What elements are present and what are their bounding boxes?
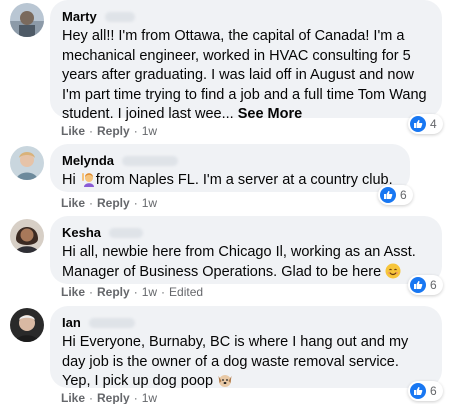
avatar[interactable] (10, 308, 44, 342)
woman-raising-hand-emoji-icon (80, 171, 96, 187)
like-icon (410, 277, 426, 293)
like-icon (380, 187, 396, 203)
comment-timestamp[interactable]: 1w (142, 196, 157, 210)
like-icon (410, 383, 426, 399)
reaction-summary[interactable]: 4 (408, 114, 443, 134)
comment-bubble: Ian Hi Everyone, Burnaby, BC is where I … (50, 306, 442, 389)
like-icon (410, 116, 426, 132)
comment-timestamp[interactable]: 1w (142, 391, 157, 404)
comment-author[interactable]: Kesha (62, 225, 101, 240)
redacted-surname (88, 318, 135, 328)
comment-timestamp[interactable]: 1w (142, 285, 157, 299)
comment-text: Hey all!! I'm from Ottawa, the capital o… (62, 27, 430, 125)
redacted-surname (122, 156, 179, 166)
comment-author-row: Marty (62, 8, 430, 25)
smiling-face-emoji-icon (385, 263, 401, 279)
comment-actions: Like · Reply · 1w (61, 391, 158, 404)
redacted-surname (104, 12, 135, 22)
avatar[interactable] (10, 146, 44, 180)
reply-button[interactable]: Reply (97, 124, 130, 138)
comment-text-body: Hi (62, 172, 80, 188)
comments-thread: Marty Hey all!! I'm from Ottawa, the cap… (0, 0, 458, 404)
reaction-count: 6 (400, 188, 407, 202)
like-button[interactable]: Like (61, 391, 85, 404)
comment-timestamp[interactable]: 1w (142, 124, 157, 138)
reaction-count: 4 (430, 117, 437, 131)
redacted-surname (109, 228, 144, 238)
like-button[interactable]: Like (61, 196, 85, 210)
avatar[interactable] (10, 3, 44, 37)
comment-actions: Like · Reply · 1w (61, 196, 158, 210)
reply-button[interactable]: Reply (97, 196, 130, 210)
avatar[interactable] (10, 219, 44, 253)
comment-author-row: Kesha (62, 224, 430, 241)
reaction-summary[interactable]: 6 (378, 185, 413, 205)
comment-bubble: Marty Hey all!! I'm from Ottawa, the cap… (50, 0, 442, 122)
reaction-count: 6 (430, 384, 437, 398)
reaction-count: 6 (430, 278, 437, 292)
comment-author[interactable]: Marty (62, 9, 97, 24)
comment-bubble: Melynda Hi from Naples FL. I'm a server … (50, 144, 410, 192)
edited-label[interactable]: Edited (169, 285, 203, 299)
comment-text: Hi from Naples FL. I'm a server at a cou… (62, 171, 398, 191)
comment-author-row: Ian (62, 314, 430, 331)
comment-text-body: Hi all, newbie here from Chicago Il, wor… (62, 244, 416, 280)
reply-button[interactable]: Reply (97, 391, 130, 404)
reaction-summary[interactable]: 6 (408, 381, 443, 401)
comment-actions: Like · Reply · 1w · Edited (61, 285, 204, 299)
comment-text-body: from Naples FL. I'm a server at a countr… (95, 172, 393, 188)
like-button[interactable]: Like (61, 285, 85, 299)
comment-author-row: Melynda (62, 152, 398, 169)
reaction-summary[interactable]: 6 (408, 275, 443, 295)
comment-author[interactable]: Melynda (62, 153, 114, 168)
comment-author[interactable]: Ian (62, 315, 81, 330)
reply-button[interactable]: Reply (97, 285, 130, 299)
see-more-link[interactable]: See More (238, 106, 302, 122)
comment-bubble: Kesha Hi all, newbie here from Chicago I… (50, 216, 442, 284)
comment-text: Hi Everyone, Burnaby, BC is where I hang… (62, 333, 430, 392)
comment-text-body: Hi Everyone, Burnaby, BC is where I hang… (62, 334, 409, 389)
comment-text: Hi all, newbie here from Chicago Il, wor… (62, 243, 430, 282)
comment-actions: Like · Reply · 1w (61, 124, 158, 138)
dog-face-emoji-icon (217, 372, 233, 388)
like-button[interactable]: Like (61, 124, 85, 138)
